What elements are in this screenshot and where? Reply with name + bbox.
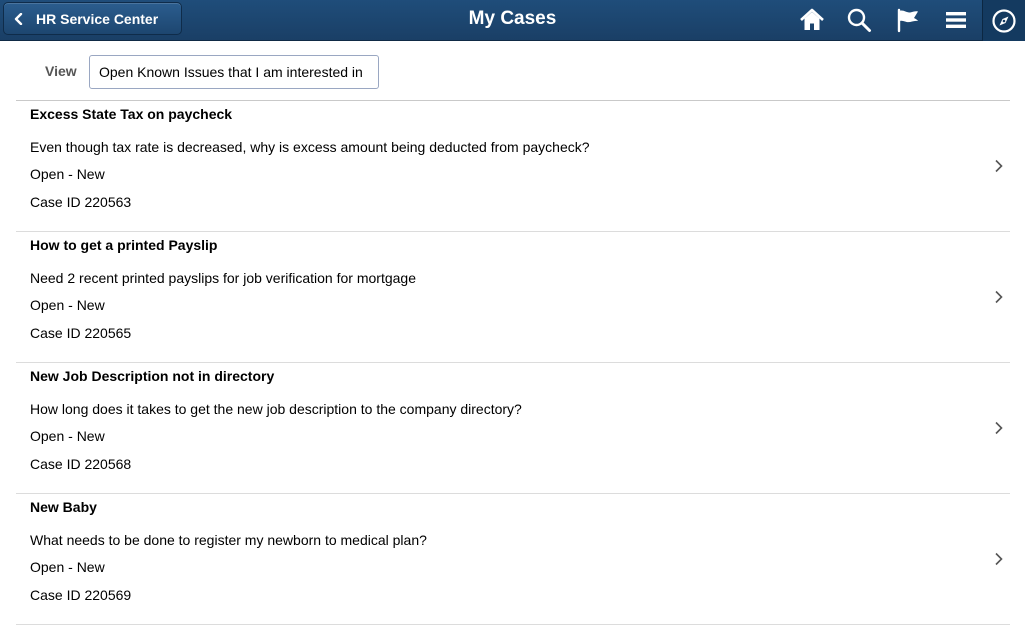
chevron-right-icon[interactable] <box>994 421 1004 435</box>
case-description: Need 2 recent printed payslips for job v… <box>30 270 416 286</box>
case-id: Case ID 220569 <box>30 587 132 603</box>
flag-icon[interactable] <box>893 5 923 35</box>
case-item[interactable]: Excess State Tax on paycheck Even though… <box>16 101 1010 232</box>
case-description: How long does it takes to get the new jo… <box>30 401 522 417</box>
menu-icon[interactable] <box>941 5 971 35</box>
chevron-right-icon[interactable] <box>994 552 1004 566</box>
home-icon[interactable] <box>797 5 827 35</box>
chevron-right-icon[interactable] <box>994 290 1004 304</box>
view-select[interactable]: Open Known Issues that I am interested i… <box>89 55 379 89</box>
header-bar: HR Service Center My Cases <box>0 0 1025 41</box>
case-item[interactable]: New Job Description not in directory How… <box>16 363 1010 494</box>
case-id: Case ID 220568 <box>30 456 132 472</box>
case-status: Open - New <box>30 428 105 444</box>
case-item[interactable]: How to get a printed Payslip Need 2 rece… <box>16 232 1010 363</box>
case-item[interactable]: New Baby What needs to be done to regist… <box>16 494 1010 625</box>
view-label: View <box>45 63 77 79</box>
case-description: Even though tax rate is decreased, why i… <box>30 139 590 155</box>
case-title: New Job Description not in directory <box>30 368 275 384</box>
case-description: What needs to be done to register my new… <box>30 532 427 548</box>
case-title: Excess State Tax on paycheck <box>30 106 233 122</box>
chevron-right-icon[interactable] <box>994 159 1004 173</box>
navigator-icon[interactable] <box>982 0 1025 41</box>
case-status: Open - New <box>30 297 105 313</box>
case-id: Case ID 220563 <box>30 194 132 210</box>
case-id: Case ID 220565 <box>30 325 132 341</box>
case-title: New Baby <box>30 499 97 515</box>
case-list: Excess State Tax on paycheck Even though… <box>16 100 1010 625</box>
case-title: How to get a printed Payslip <box>30 237 218 253</box>
search-icon[interactable] <box>844 5 874 35</box>
case-status: Open - New <box>30 559 105 575</box>
chevron-left-icon <box>14 12 36 25</box>
back-button-label: HR Service Center <box>36 10 159 27</box>
back-button[interactable]: HR Service Center <box>3 2 182 35</box>
case-status: Open - New <box>30 166 105 182</box>
